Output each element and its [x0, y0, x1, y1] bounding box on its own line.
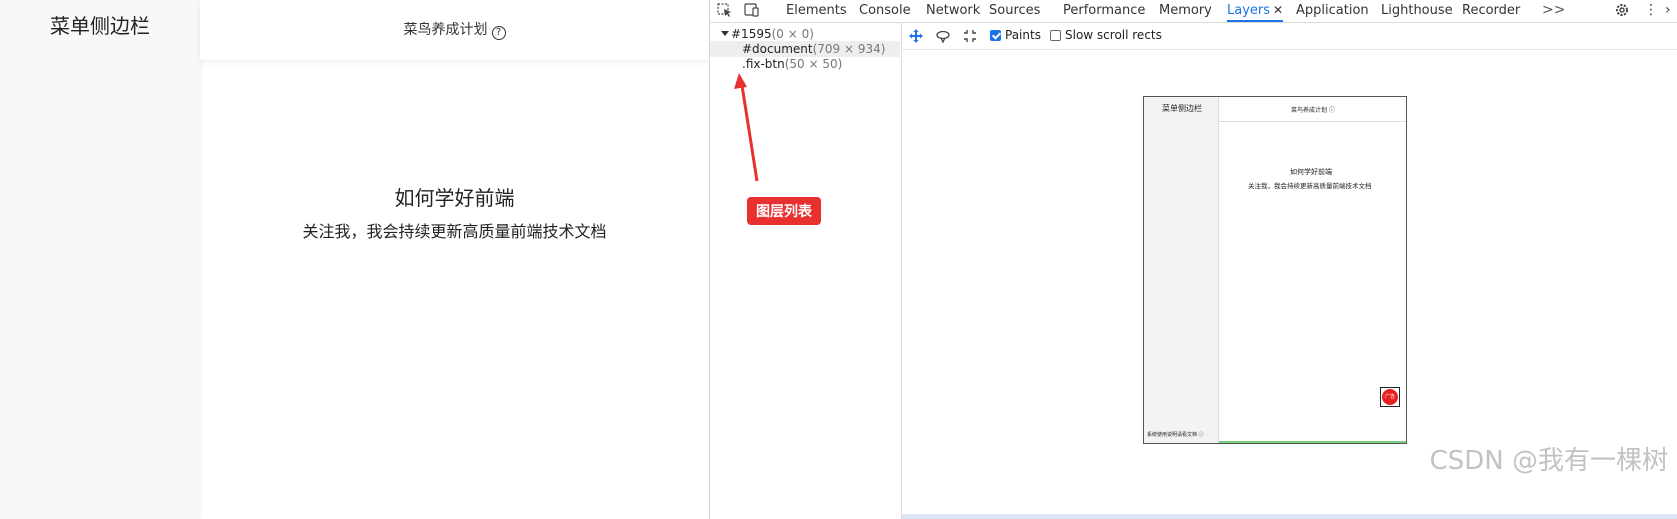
close-tab-icon[interactable]: ✕	[1273, 3, 1283, 17]
more-tabs-icon[interactable]: >>	[1542, 0, 1565, 21]
close-devtools-icon[interactable]: ›	[1665, 1, 1671, 19]
preview-fix-btn-label: 广告	[1382, 389, 1398, 405]
tab-memory[interactable]: Memory	[1159, 0, 1212, 22]
expand-triangle-icon[interactable]	[721, 31, 729, 36]
header-title: 菜鸟养成计划	[403, 22, 488, 38]
preview-content-subtitle: 关注我，我会持续更新高质量前端技术文档	[1248, 182, 1372, 190]
gear-icon[interactable]	[1614, 2, 1630, 18]
tab-application[interactable]: Application	[1296, 0, 1369, 22]
sidebar-title: 菜单侧边栏	[50, 14, 150, 38]
tab-elements[interactable]: Elements	[786, 0, 847, 22]
preview-content-title: 如何学好前端	[1290, 168, 1332, 176]
tree-row-fix-btn[interactable]: .fix-btn(50 × 50)	[742, 56, 842, 72]
question-circle-icon[interactable]: ?	[491, 26, 506, 40]
annotation-label: 图层列表	[747, 197, 821, 225]
slow-scroll-label: Slow scroll rects	[1065, 28, 1162, 42]
tab-lighthouse[interactable]: Lighthouse	[1381, 0, 1453, 22]
inspect-element-icon[interactable]	[716, 2, 734, 18]
pan-mode-icon[interactable]	[908, 28, 924, 44]
tab-performance[interactable]: Performance	[1063, 0, 1145, 22]
content-title: 如何学好前端	[394, 186, 515, 210]
devtools-tabbar: Elements Console Network Sources Perform…	[710, 0, 1677, 23]
app-page: 菜单侧边栏 菜鸟养成计划? 如何学好前端 关注我，我会持续更新高质量前端技术文档	[0, 0, 709, 519]
preview-footer-text: 系统使用说明请看文档 ⓘ	[1147, 432, 1204, 438]
watermark: CSDN @我有一棵树	[1429, 446, 1668, 476]
tab-recorder[interactable]: Recorder	[1462, 0, 1520, 22]
content-subtitle: 关注我，我会持续更新高质量前端技术文档	[302, 222, 607, 241]
slow-scroll-checkbox[interactable]	[1050, 30, 1061, 41]
device-toolbar-icon[interactable]	[743, 2, 761, 18]
preview-header: 菜鸟养成计划 ⓘ	[1219, 97, 1406, 122]
page-header: 菜鸟养成计划?	[200, 0, 709, 60]
paints-label: Paints	[1005, 28, 1041, 42]
layer-preview[interactable]: 菜单侧边栏 系统使用说明请看文档 ⓘ 菜鸟养成计划 ⓘ 如何学好前端 关注我，我…	[1143, 96, 1407, 444]
preview-fix-btn[interactable]: 广告	[1380, 387, 1400, 407]
tree-row-document[interactable]: #document(709 × 934)	[710, 41, 900, 57]
preview-bottom-line	[1219, 441, 1406, 443]
tree-row-root[interactable]: #1595(0 × 0)	[721, 26, 814, 42]
annotation-arrow-icon	[734, 73, 759, 182]
tab-network[interactable]: Network	[926, 0, 980, 22]
devtools-panel: Elements Console Network Sources Perform…	[709, 0, 1677, 519]
header-title-wrap: 菜鸟养成计划?	[200, 19, 709, 40]
preview-sidebar: 菜单侧边栏 系统使用说明请看文档 ⓘ	[1144, 97, 1219, 443]
layers-tree: #1595(0 × 0) #document(709 × 934) .fix-b…	[710, 23, 902, 519]
preview-sidebar-title: 菜单侧边栏	[1162, 104, 1202, 113]
main-content: 如何学好前端 关注我，我会持续更新高质量前端技术文档	[200, 60, 709, 519]
viewport-bottom-bar	[902, 514, 1677, 519]
tab-sources[interactable]: Sources	[989, 0, 1040, 22]
sidebar: 菜单侧边栏	[0, 0, 200, 519]
preview-header-title: 菜鸟养成计划 ⓘ	[1291, 107, 1335, 114]
reset-transform-icon[interactable]	[962, 28, 978, 44]
layers-toolbar: Paints Slow scroll rects	[902, 23, 1677, 50]
rotate-mode-icon[interactable]	[935, 28, 951, 44]
more-options-icon[interactable]: ⋮	[1644, 1, 1658, 19]
tab-layers[interactable]: Layers ✕	[1227, 0, 1284, 22]
paints-checkbox[interactable]	[990, 30, 1001, 41]
tab-console[interactable]: Console	[859, 0, 911, 22]
